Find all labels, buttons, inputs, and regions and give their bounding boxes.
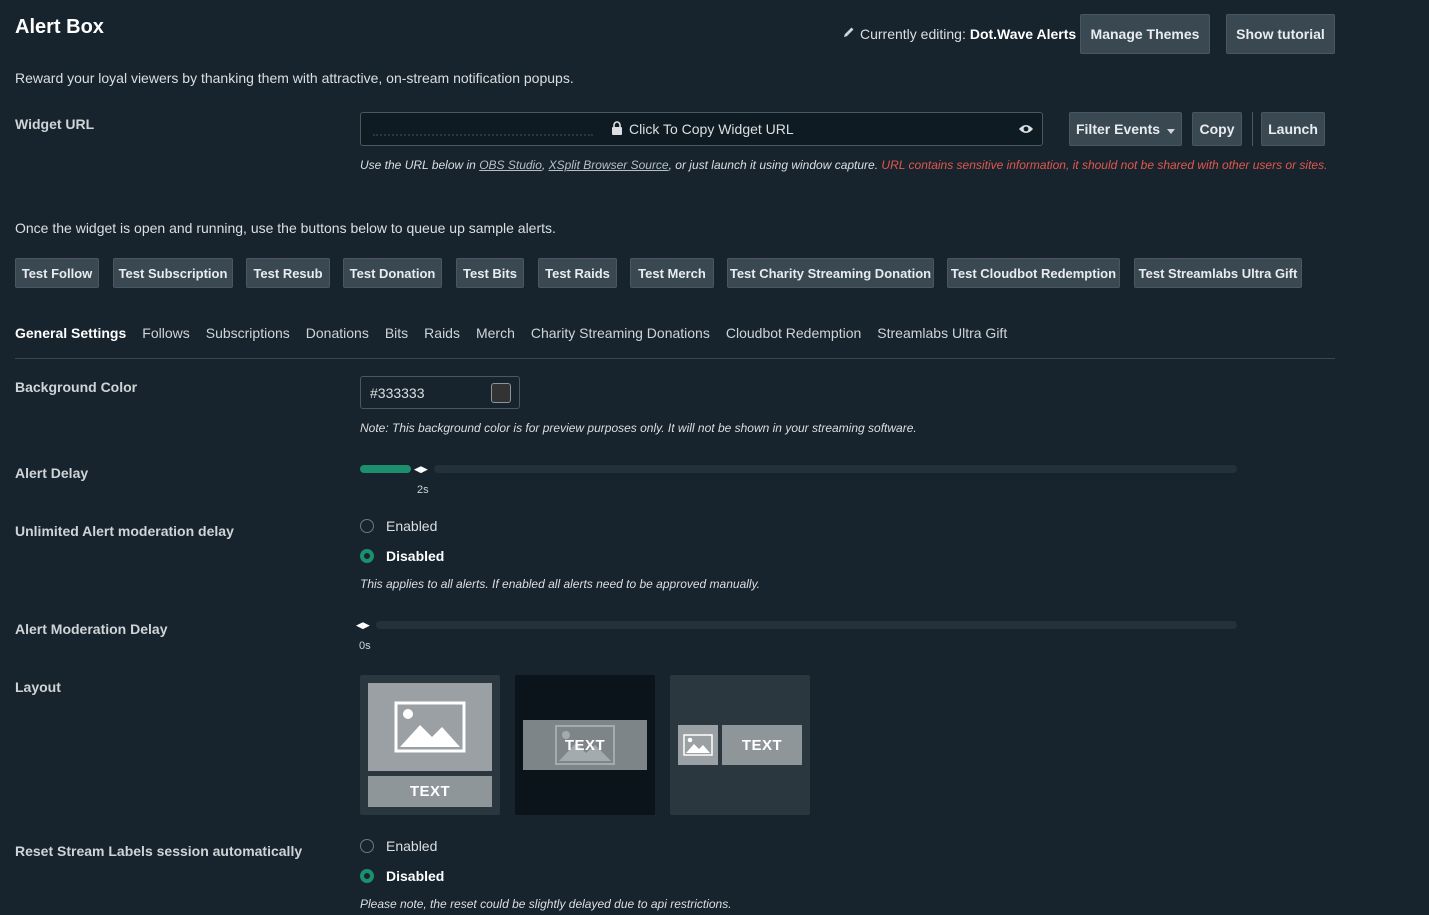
alert-delay-value: 2s — [417, 484, 429, 496]
radio-label: Disabled — [386, 868, 445, 884]
test-raids-button[interactable]: Test Raids — [538, 258, 617, 288]
reset-stream-labels-label: Reset Stream Labels session automaticall… — [15, 843, 303, 859]
pencil-icon — [842, 25, 856, 42]
lock-icon — [611, 120, 623, 138]
copy-button[interactable]: Copy — [1192, 112, 1242, 146]
tab-divider — [15, 358, 1335, 359]
test-charity-button[interactable]: Test Charity Streaming Donation — [727, 258, 934, 288]
tab-raids[interactable]: Raids — [424, 325, 460, 341]
test-ultra-gift-button[interactable]: Test Streamlabs Ultra Gift — [1134, 258, 1302, 288]
layout-option-image-above[interactable]: TEXT — [360, 675, 500, 815]
eye-icon[interactable] — [1018, 122, 1034, 138]
radio-label: Enabled — [386, 518, 438, 534]
radio-circle — [360, 839, 374, 853]
moderation-delay-handle[interactable]: ◀▶ — [356, 620, 370, 631]
test-bits-button[interactable]: Test Bits — [456, 258, 524, 288]
button-divider — [1252, 112, 1253, 146]
alert-delay-handle[interactable]: ◀▶ — [414, 464, 428, 475]
background-color-note: Note: This background color is for previ… — [360, 421, 917, 435]
unlimited-disabled-radio[interactable]: Disabled — [360, 548, 444, 564]
background-color-value: #333333 — [370, 384, 425, 401]
layout-text-block: TEXT — [722, 725, 802, 765]
tab-streamlabs-ultra-gift[interactable]: Streamlabs Ultra Gift — [877, 325, 1007, 341]
widget-url-field[interactable]: Click To Copy Widget URL — [360, 112, 1043, 146]
reset-disabled-radio[interactable]: Disabled — [360, 868, 444, 884]
moderation-delay-value: 0s — [359, 640, 371, 652]
page-title: Alert Box — [15, 16, 104, 38]
tab-follows[interactable]: Follows — [142, 325, 189, 341]
widget-url-label: Widget URL — [15, 116, 95, 132]
alert-delay-label: Alert Delay — [15, 465, 89, 481]
test-donation-button[interactable]: Test Donation — [343, 258, 442, 288]
launch-button[interactable]: Launch — [1261, 112, 1325, 146]
show-tutorial-button[interactable]: Show tutorial — [1226, 14, 1335, 54]
copy-url-text: Click To Copy Widget URL — [629, 121, 794, 137]
alert-delay-fill — [360, 465, 411, 473]
test-resub-button[interactable]: Test Resub — [246, 258, 330, 288]
test-merch-button[interactable]: Test Merch — [630, 258, 714, 288]
sensitive-warning: URL contains sensitive information, it s… — [881, 158, 1328, 172]
note-prefix: Use the URL below in — [360, 158, 476, 172]
filter-events-button[interactable]: Filter Events — [1069, 112, 1182, 146]
tab-general-settings[interactable]: General Settings — [15, 325, 126, 341]
tab-merch[interactable]: Merch — [476, 325, 515, 341]
tab-donations[interactable]: Donations — [306, 325, 369, 341]
settings-tabs: General Settings Follows Subscriptions D… — [15, 325, 1007, 341]
widget-url-note: Use the URL below in OBS Studio, XSplit … — [360, 158, 1328, 172]
test-cloudbot-button[interactable]: Test Cloudbot Redemption — [947, 258, 1120, 288]
radio-circle-selected — [360, 869, 374, 883]
xsplit-link[interactable]: XSplit Browser Source — [549, 158, 669, 172]
layout-option-text-over-image[interactable]: TEXT — [515, 675, 655, 815]
manage-themes-button[interactable]: Manage Themes — [1080, 14, 1210, 54]
layout-text-block: TEXT — [368, 776, 492, 807]
layout-option-image-left[interactable]: TEXT — [670, 675, 810, 815]
background-color-label: Background Color — [15, 379, 138, 395]
tab-subscriptions[interactable]: Subscriptions — [206, 325, 290, 341]
page-description: Reward your loyal viewers by thanking th… — [15, 70, 574, 86]
reset-note: Please note, the reset could be slightly… — [360, 897, 732, 911]
radio-label: Enabled — [386, 838, 438, 854]
image-placeholder-icon — [678, 725, 718, 765]
editing-label: Currently editing: — [860, 25, 966, 42]
color-swatch[interactable] — [491, 383, 511, 403]
radio-circle — [360, 519, 374, 533]
obs-studio-link[interactable]: OBS Studio — [479, 158, 542, 172]
test-subscription-button[interactable]: Test Subscription — [113, 258, 233, 288]
reset-enabled-radio[interactable]: Enabled — [360, 838, 437, 854]
image-placeholder-icon — [368, 683, 492, 771]
layout-text-label: TEXT — [564, 736, 606, 754]
note-middle: , or just launch it using window capture… — [668, 158, 879, 172]
unlimited-enabled-radio[interactable]: Enabled — [360, 518, 437, 534]
tab-cloudbot-redemption[interactable]: Cloudbot Redemption — [726, 325, 861, 341]
background-color-input[interactable]: #333333 — [360, 376, 520, 409]
radio-circle-selected — [360, 549, 374, 563]
unlimited-moderation-label: Unlimited Alert moderation delay — [15, 523, 234, 539]
editing-theme-name: Dot.Wave Alerts — [969, 25, 1077, 42]
currently-editing: Currently editing: Dot.Wave Alerts — [842, 25, 1076, 42]
test-follow-button[interactable]: Test Follow — [15, 258, 99, 288]
unlimited-moderation-note: This applies to all alerts. If enabled a… — [360, 577, 761, 591]
moderation-delay-track[interactable] — [376, 621, 1237, 629]
layout-text-block: TEXT — [523, 720, 647, 770]
caret-down-icon — [1167, 121, 1176, 137]
tab-bits[interactable]: Bits — [385, 325, 408, 341]
tab-charity-streaming-donations[interactable]: Charity Streaming Donations — [531, 325, 710, 341]
radio-label: Disabled — [386, 548, 445, 564]
moderation-delay-label: Alert Moderation Delay — [15, 621, 168, 637]
queue-instructions: Once the widget is open and running, use… — [15, 220, 556, 236]
masked-url — [373, 122, 593, 136]
filter-events-label: Filter Events — [1075, 121, 1161, 137]
alert-delay-track[interactable] — [434, 465, 1237, 473]
layout-label: Layout — [15, 679, 61, 695]
